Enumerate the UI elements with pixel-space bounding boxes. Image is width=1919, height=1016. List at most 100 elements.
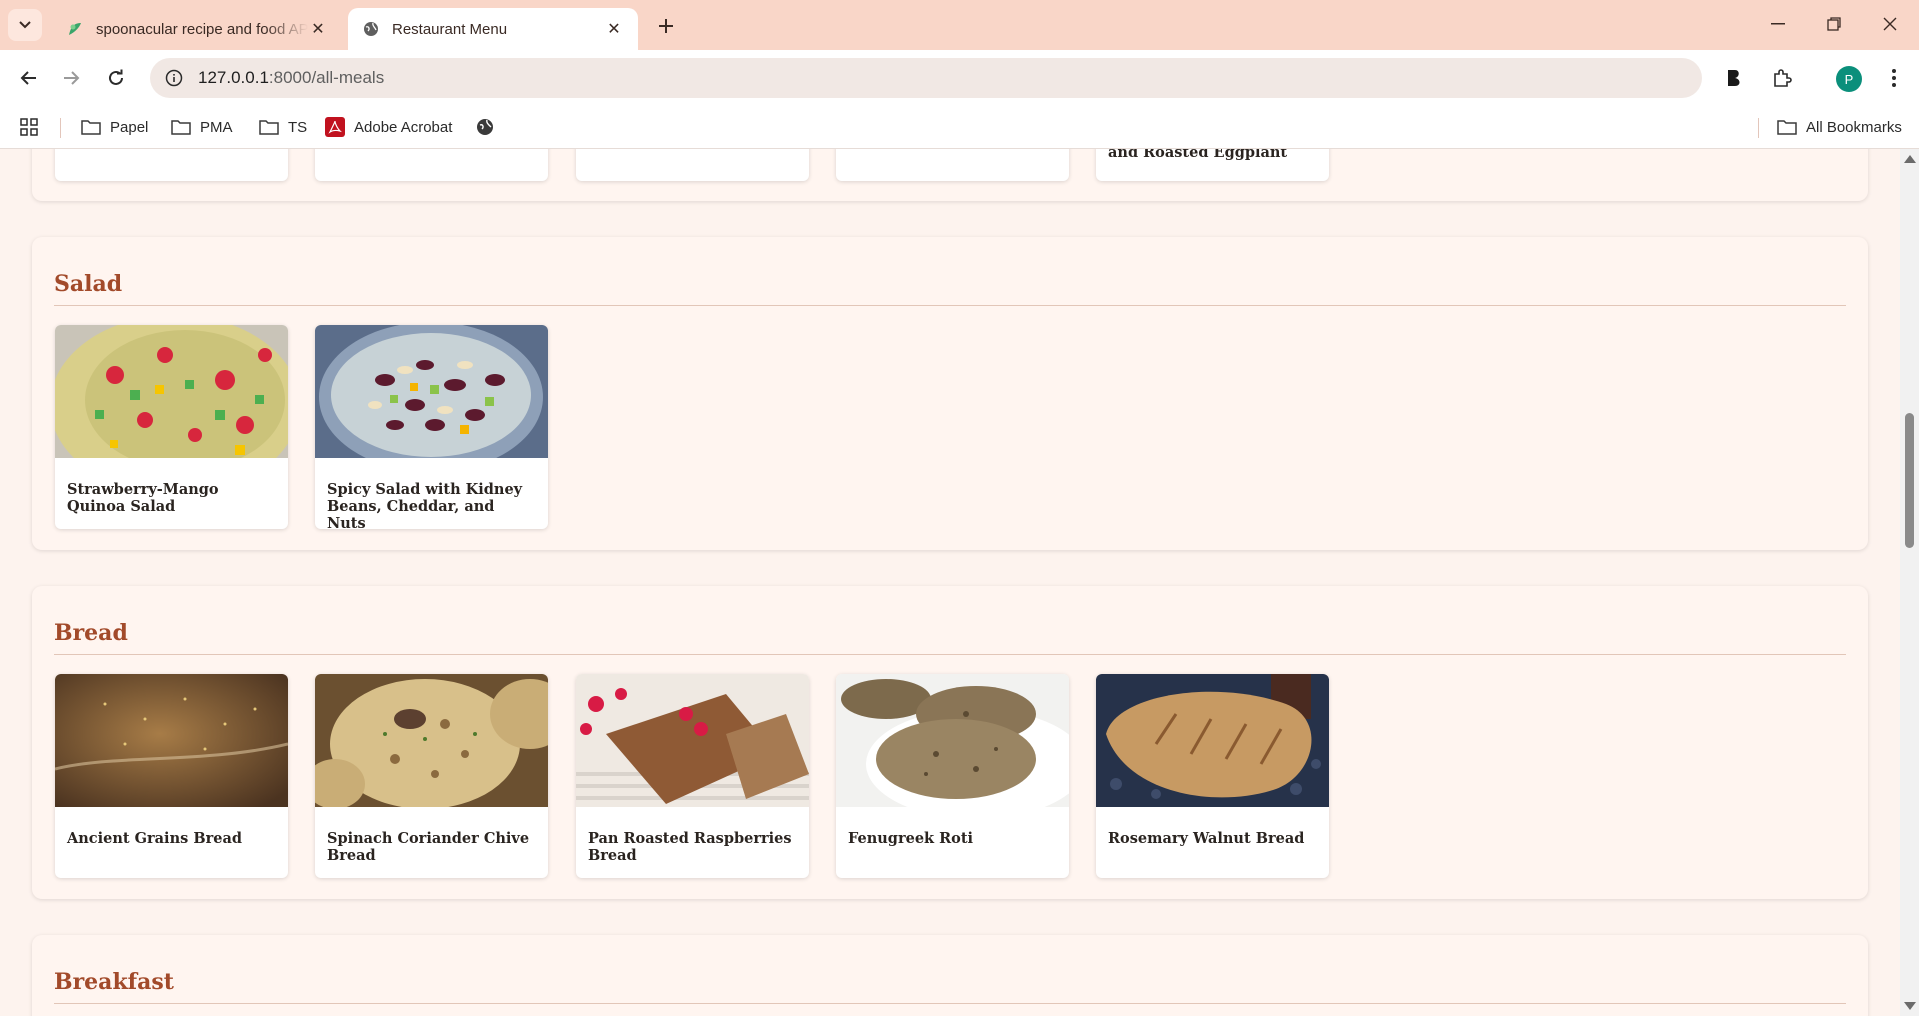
url-path: :8000/all-meals xyxy=(268,68,385,87)
all-bookmarks-button[interactable]: All Bookmarks xyxy=(1776,114,1902,140)
globe-icon xyxy=(474,118,496,136)
back-button[interactable] xyxy=(12,62,44,94)
site-info-icon[interactable] xyxy=(162,66,186,90)
strawberry-mango-quinoa-salad-photo xyxy=(55,325,288,495)
bookmark-ts[interactable]: TS xyxy=(258,114,307,140)
extensions-button[interactable] xyxy=(1766,62,1798,94)
section-divider xyxy=(54,1003,1846,1004)
plus-icon xyxy=(659,19,673,33)
kebab-menu-icon xyxy=(1892,69,1896,87)
tab-title: Restaurant Menu xyxy=(392,20,508,38)
extension-b-button[interactable] xyxy=(1718,62,1750,94)
meal-name: Spinach Coriander Chive Bread xyxy=(327,830,530,864)
fenugreek-roti-photo xyxy=(836,674,1069,819)
bookmark-pma[interactable]: PMA xyxy=(170,114,233,140)
menu-section-salad: Salad Strawberry-Mango Quinoa Salad Spic… xyxy=(32,237,1868,550)
bookmark-label: Adobe Acrobat xyxy=(354,118,453,136)
new-tab-button[interactable] xyxy=(652,12,680,40)
bookmarks-bar: Papel PMA TS Adobe Acrobat All Bookmarks xyxy=(0,106,1919,149)
close-window-button[interactable] xyxy=(1862,8,1918,40)
browser-toolbar: 127.0.0.1:8000/all-meals xyxy=(0,50,1919,137)
meal-name: Spicy Salad with Kidney Beans, Cheddar, … xyxy=(327,481,523,529)
meal-card[interactable] xyxy=(836,149,1069,181)
scroll-up-arrow-icon[interactable] xyxy=(1904,155,1916,163)
bookmark-label: TS xyxy=(288,118,308,136)
meal-card[interactable]: Spinach Coriander Chive Bread xyxy=(315,674,548,878)
address-bar[interactable]: 127.0.0.1:8000/all-meals xyxy=(150,58,1702,98)
folder-icon xyxy=(170,118,192,136)
meal-card[interactable]: Fenugreek Roti xyxy=(836,674,1069,878)
puzzle-piece-icon xyxy=(1774,69,1792,87)
bookmark-label: PMA xyxy=(200,118,233,136)
tab-restaurant-menu[interactable]: Restaurant Menu ✕ xyxy=(348,8,638,50)
meal-card[interactable]: Spicy Salad with Kidney Beans, Cheddar, … xyxy=(315,325,548,529)
url-text: 127.0.0.1:8000/all-meals xyxy=(198,68,384,88)
apps-button[interactable] xyxy=(20,114,38,140)
tab-search-button[interactable] xyxy=(8,9,42,41)
close-icon xyxy=(1883,17,1897,31)
url-host: 127.0.0.1 xyxy=(198,68,269,87)
meal-card[interactable]: Pan Roasted Raspberries Bread xyxy=(576,674,809,878)
close-tab-icon[interactable]: ✕ xyxy=(308,19,328,39)
pan-roasted-raspberries-bread-photo xyxy=(576,674,809,807)
browser-tab-strip: spoonacular recipe and food API ✕ Restau… xyxy=(0,0,1919,50)
profile-avatar[interactable]: P xyxy=(1836,66,1862,92)
meal-card[interactable] xyxy=(55,149,288,181)
page-scrollbar[interactable] xyxy=(1900,149,1919,1016)
section-title: Bread xyxy=(54,620,128,646)
tab-title: spoonacular recipe and food API xyxy=(96,20,308,38)
spoonacular-logo-icon xyxy=(66,20,84,38)
all-bookmarks-label: All Bookmarks xyxy=(1806,118,1902,136)
section-divider xyxy=(54,654,1846,655)
meal-card[interactable]: Strawberry-Mango Quinoa Salad xyxy=(55,325,288,529)
menu-section-breakfast: Breakfast xyxy=(32,935,1868,1016)
browser-menu-button[interactable] xyxy=(1880,62,1908,94)
minimize-icon xyxy=(1771,23,1785,25)
section-title: Salad xyxy=(54,271,123,297)
bookmark-papel[interactable]: Papel xyxy=(80,114,148,140)
spinach-coriander-chive-bread-photo xyxy=(315,674,548,809)
chevron-down-icon xyxy=(19,21,31,29)
folder-icon xyxy=(1776,118,1798,136)
spicy-kidney-bean-salad-photo xyxy=(315,325,548,472)
meal-name: Pan Roasted Raspberries Bread xyxy=(588,830,792,864)
bookmark-globe[interactable] xyxy=(474,114,504,140)
reload-button[interactable] xyxy=(100,62,132,94)
extension-logo-icon xyxy=(1728,70,1740,86)
bookmark-adobe-acrobat[interactable]: Adobe Acrobat xyxy=(324,114,452,140)
meal-card[interactable] xyxy=(315,149,548,181)
bookmarks-separator xyxy=(1758,118,1759,138)
forward-button[interactable] xyxy=(56,62,88,94)
forward-arrow-icon xyxy=(64,71,80,85)
minimize-window-button[interactable] xyxy=(1750,8,1806,40)
adobe-acrobat-icon xyxy=(324,117,346,137)
ancient-grains-bread-photo xyxy=(55,674,288,807)
bookmark-label: Papel xyxy=(110,118,149,136)
scroll-down-arrow-icon[interactable] xyxy=(1904,1002,1916,1010)
meal-name: Rosemary Walnut Bread xyxy=(1108,830,1305,847)
bookmarks-separator xyxy=(60,118,61,138)
apps-grid-icon xyxy=(20,118,38,136)
meal-card[interactable]: Rosemary Walnut Bread xyxy=(1096,674,1329,878)
tab-spoonacular[interactable]: spoonacular recipe and food API ✕ xyxy=(52,8,342,50)
meal-card[interactable]: and Roasted Eggplant xyxy=(1096,149,1329,181)
section-title: Breakfast xyxy=(54,969,174,995)
meal-card[interactable]: Ancient Grains Bread xyxy=(55,674,288,878)
menu-section-bread: Bread Ancient Grains Bread Spinach Coria… xyxy=(32,586,1868,899)
meal-card[interactable] xyxy=(576,149,809,181)
restore-icon xyxy=(1827,17,1841,31)
folder-icon xyxy=(258,118,280,136)
rosemary-walnut-bread-photo xyxy=(1096,674,1329,807)
close-tab-icon[interactable]: ✕ xyxy=(604,19,624,39)
meal-name: Ancient Grains Bread xyxy=(67,830,242,847)
meal-name: and Roasted Eggplant xyxy=(1108,149,1288,161)
menu-section-partial: and Roasted Eggplant xyxy=(32,149,1868,201)
meal-name: Strawberry-Mango Quinoa Salad xyxy=(67,481,219,515)
scroll-thumb[interactable] xyxy=(1905,413,1914,548)
globe-icon xyxy=(362,20,380,38)
restore-window-button[interactable] xyxy=(1806,8,1862,40)
page-viewport: and Roasted Eggplant Salad Strawberry-Ma… xyxy=(0,149,1900,1016)
section-divider xyxy=(54,305,1846,306)
folder-icon xyxy=(80,118,102,136)
reload-icon xyxy=(109,69,123,85)
